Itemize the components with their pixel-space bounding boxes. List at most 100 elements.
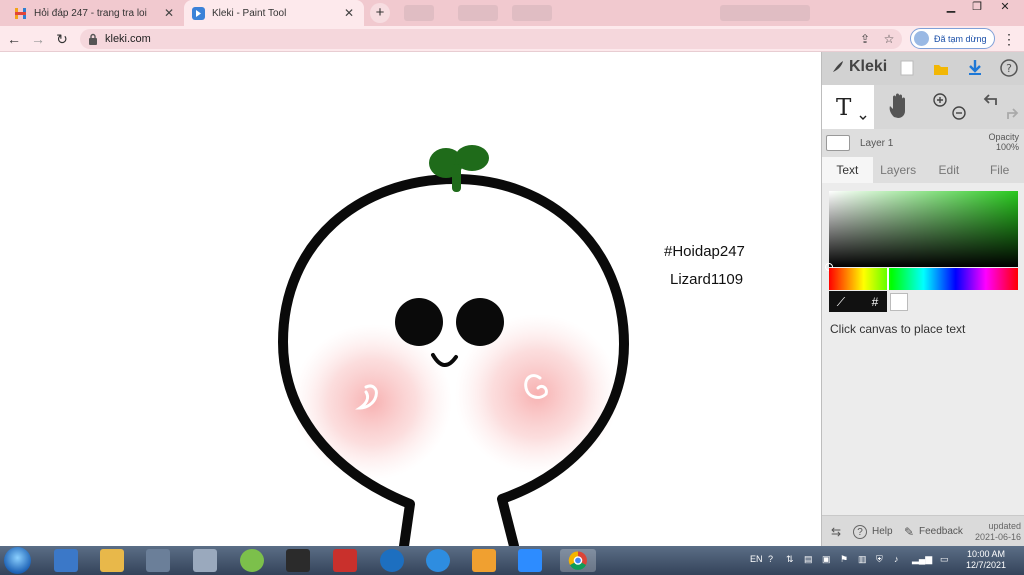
kleki-side-panel: Kleki ? T Layer 1 Opacity 100% Text Laye… xyxy=(821,52,1024,546)
canvas-drawing xyxy=(278,145,629,546)
updated-date: 2021-06-16 xyxy=(974,532,1021,542)
help-circle-icon[interactable]: ? xyxy=(853,525,867,539)
taskbar-app-media-icon[interactable] xyxy=(146,549,170,572)
forward-icon[interactable]: → xyxy=(29,30,47,48)
updated-label: updated xyxy=(988,521,1021,531)
lock-icon xyxy=(89,33,97,45)
new-tab-button[interactable]: + xyxy=(370,3,390,23)
language-indicator[interactable]: EN xyxy=(750,554,763,564)
updated-info: updated 2021-06-16 xyxy=(975,521,1021,543)
bookmark-star-icon[interactable]: ☆ xyxy=(882,32,896,46)
undo-redo-buttons[interactable] xyxy=(974,85,1022,129)
sprout-stem xyxy=(452,164,461,192)
taskbar-app-leaf-icon[interactable] xyxy=(240,549,264,572)
kleki-logo[interactable]: Kleki xyxy=(830,58,887,76)
blurred-tab xyxy=(512,5,552,21)
tab-edit[interactable]: Edit xyxy=(924,157,975,183)
hex-input-button[interactable]: # xyxy=(867,294,883,310)
new-image-icon[interactable] xyxy=(896,57,918,79)
zoom-buttons[interactable] xyxy=(926,85,970,129)
feedback-link[interactable]: Feedback xyxy=(919,526,963,537)
text-tool-button[interactable]: T xyxy=(822,85,874,129)
taskbar-app-zoom-icon[interactable] xyxy=(518,549,542,572)
taskbar-app-acrobat-icon[interactable] xyxy=(333,549,357,572)
browser-toolbar: ← → ↻ kleki.com ⇪ ☆ Đã tạm dừng ⋮ xyxy=(0,26,1024,52)
back-icon[interactable]: ← xyxy=(5,30,23,48)
text-tool-hint: Click canvas to place text xyxy=(830,322,966,336)
undo-redo-icon xyxy=(983,94,1019,119)
swap-side-icon[interactable]: ⇆ xyxy=(829,525,843,539)
svg-text:?: ? xyxy=(1006,62,1012,75)
taskbar-app-chrome-icon[interactable] xyxy=(560,549,596,572)
saturation-value-picker[interactable] xyxy=(825,191,1018,271)
opacity-readout: Opacity 100% xyxy=(988,132,1019,152)
taskbar-app-foxit-icon[interactable] xyxy=(472,549,496,572)
close-tab-icon[interactable]: ✕ xyxy=(162,6,176,20)
close-window-icon[interactable]: ✕ xyxy=(992,0,1018,16)
drawing-canvas[interactable]: #Hoidap247 Lizard1109 xyxy=(0,52,821,546)
menu-kebab-icon[interactable]: ⋮ xyxy=(1002,30,1016,48)
tray-volume-icon[interactable]: ♪ xyxy=(894,554,899,564)
hand-tool-button[interactable] xyxy=(880,85,920,129)
tray-shield-icon[interactable]: ⛨ xyxy=(876,554,883,565)
taskbar-app-calculator-icon[interactable] xyxy=(193,549,217,572)
reload-icon[interactable]: ↻ xyxy=(53,30,71,48)
profile-button[interactable]: Đã tạm dừng xyxy=(910,28,995,49)
svg-text:T: T xyxy=(836,95,852,121)
windows-taskbar: EN ? ⇅ ▤ ▣ ⚑ ▥ ⛨ ♪ ▂▄▆ ▭ 10:00 AM 12/7/2… xyxy=(0,546,1024,575)
eyedropper-icon[interactable]: ⟋ xyxy=(833,294,849,310)
tray-arrow-icon[interactable]: ⇅ xyxy=(786,554,794,565)
close-tab-icon[interactable]: ✕ xyxy=(342,6,356,20)
start-button[interactable] xyxy=(4,547,31,574)
chrome-icon xyxy=(568,551,587,570)
layer-thumbnail xyxy=(826,135,850,151)
url-text: kleki.com xyxy=(105,33,151,45)
layer-row[interactable]: Layer 1 Opacity 100% xyxy=(822,129,1024,156)
taskbar-app-ie-icon[interactable] xyxy=(426,549,450,572)
tray-flag-icon[interactable]: ⚑ xyxy=(840,554,848,565)
zoom-in-out-icon xyxy=(933,93,966,120)
tray-zoom-icon[interactable]: ▥ xyxy=(858,554,867,565)
tray-help-icon[interactable]: ? xyxy=(768,554,773,564)
help-link[interactable]: Help xyxy=(872,526,893,537)
clock-date: 12/7/2021 xyxy=(965,560,1007,570)
import-icon[interactable] xyxy=(930,57,952,79)
kleki-brush-icon xyxy=(833,61,843,72)
download-icon[interactable] xyxy=(964,57,986,79)
tray-power-icon[interactable]: ▭ xyxy=(940,554,949,565)
color-tools: ⟋ # xyxy=(829,291,887,312)
clock-time: 10:00 AM xyxy=(966,549,1006,559)
browser-tab-strip: Hỏi đáp 247 - trang tra loi ✕ Kleki - Pa… xyxy=(0,0,1024,26)
secondary-color-strip[interactable] xyxy=(829,268,887,290)
taskbar-clock[interactable]: 10:00 AM 12/7/2021 xyxy=(962,549,1010,571)
restore-icon[interactable]: ❐ xyxy=(964,0,990,16)
text-tool-options: ⟋ # Click canvas to place text xyxy=(822,183,1024,515)
canvas-text-author: Lizard1109 xyxy=(670,271,744,288)
tab-file[interactable]: File xyxy=(974,157,1024,183)
secondary-color-swatch[interactable] xyxy=(890,293,908,311)
tab-title: Kleki - Paint Tool xyxy=(212,7,287,19)
tab-text[interactable]: Text xyxy=(822,157,873,183)
tab-title: Hỏi đáp 247 - trang tra loi xyxy=(34,7,147,19)
text-tool-icon: T xyxy=(836,95,867,121)
tray-vpn-icon[interactable]: ▣ xyxy=(822,554,831,565)
taskbar-app-word-icon[interactable] xyxy=(54,549,78,572)
hue-slider-handle[interactable] xyxy=(887,268,889,290)
taskbar-app-teamviewer-icon[interactable] xyxy=(380,549,404,572)
blurred-tab xyxy=(720,5,810,21)
tab-hoidap247[interactable]: Hỏi đáp 247 - trang tra loi ✕ xyxy=(6,0,184,26)
feedback-icon[interactable]: ✎ xyxy=(902,525,916,539)
minimize-icon[interactable]: ▁ xyxy=(938,0,964,16)
brand-name: Kleki xyxy=(849,58,888,75)
opacity-label: Opacity xyxy=(988,132,1019,142)
share-icon[interactable]: ⇪ xyxy=(858,32,872,46)
help-icon[interactable]: ? xyxy=(998,57,1020,79)
tab-layers[interactable]: Layers xyxy=(873,157,924,183)
tray-network-icon[interactable]: ▤ xyxy=(804,554,813,565)
tab-kleki[interactable]: Kleki - Paint Tool ✕ xyxy=(184,0,364,26)
address-bar[interactable]: kleki.com ⇪ ☆ xyxy=(80,29,902,49)
taskbar-app-explorer-icon[interactable] xyxy=(100,549,124,572)
tray-wifi-icon[interactable]: ▂▄▆ xyxy=(912,554,932,565)
right-eye xyxy=(456,298,504,346)
taskbar-app-pdf-icon[interactable] xyxy=(286,549,310,572)
